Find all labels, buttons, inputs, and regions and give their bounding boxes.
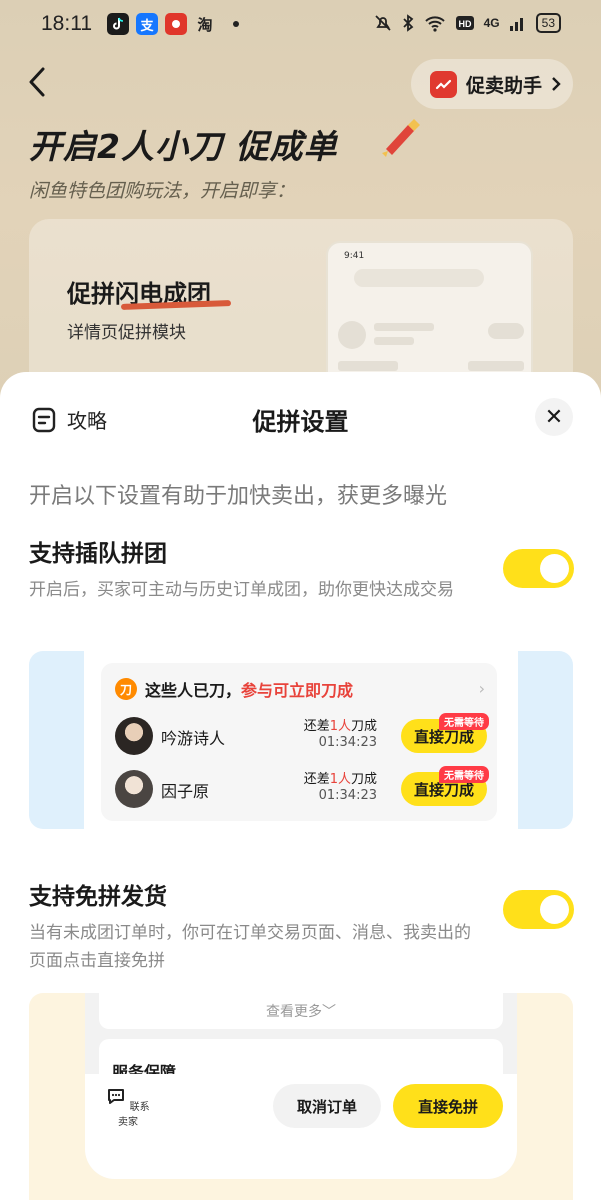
mockup-placeholder [488, 323, 524, 339]
bargain-header-highlight: 参与可立即刀成 [241, 681, 354, 700]
knife-badge-icon: 刀 [115, 678, 137, 700]
contact-seller-button[interactable]: 联系卖家 [103, 1086, 153, 1128]
sales-assistant-button[interactable]: 促卖助手 [411, 59, 573, 109]
option-queue-join-desc: 开启后，买家可主动与历史订单成团，助你更快达成交易 [29, 580, 454, 600]
toggle-knob [540, 895, 569, 924]
close-button[interactable]: ✕ [535, 398, 573, 436]
option-skip-group-desc: 当有未成团订单时，你可在订单交易页面、消息、我卖出的页面点击直接免拼 [29, 923, 471, 971]
sales-assistant-label: 促卖助手 [466, 74, 543, 97]
notification-dot-icon [233, 21, 239, 27]
svg-text:HD: HD [458, 19, 471, 29]
option-queue-join-toggle[interactable] [503, 549, 574, 588]
option-skip-group-title: 支持免拼发货 [29, 884, 167, 910]
network-label: 4G [483, 16, 500, 30]
chat-bubble-icon [108, 1089, 125, 1104]
countdown-timer: 01:34:23 [318, 788, 377, 803]
user-name: 因子原 [161, 782, 210, 801]
direct-bargain-button[interactable]: 直接刀成 无需等待 [401, 713, 489, 753]
status-bar: 18:11 支 淘 HD 4G 53 [0, 10, 601, 40]
red-app-icon [165, 13, 187, 35]
hd-icon: HD [455, 16, 474, 30]
alipay-icon: 支 [136, 13, 158, 35]
hero-title: 开启2人小刀 促成单 [29, 127, 338, 166]
mockup-placeholder [374, 323, 434, 331]
chevron-right-icon: › [478, 679, 485, 698]
direct-bargain-button[interactable]: 直接刀成 无需等待 [401, 766, 489, 806]
need-count: 还差1人刀成 [303, 719, 377, 734]
bargain-card-header: 刀 这些人已刀，参与可立即刀成 [115, 677, 353, 701]
mockup-time: 9:41 [344, 251, 365, 261]
queue-join-preview: 刀 这些人已刀，参与可立即刀成 › 吟游诗人 还差1人刀成 01:34:23 直… [29, 651, 573, 829]
preview-screen: 刀 这些人已刀，参与可立即刀成 › 吟游诗人 还差1人刀成 01:34:23 直… [84, 651, 518, 829]
status-indicators: HD 4G 53 [374, 13, 561, 33]
direct-skip-group-button[interactable]: 直接免拼 [393, 1084, 503, 1128]
order-action-bar: 联系卖家 取消订单 直接免拼 [85, 1074, 517, 1179]
back-arrow-icon[interactable] [26, 66, 48, 98]
mockup-search-bar [354, 269, 484, 287]
countdown-timer: 01:34:23 [318, 735, 377, 750]
mockup-placeholder [374, 337, 414, 345]
bargain-row: 因子原 还差1人刀成 01:34:23 直接刀成 无需等待 [115, 766, 489, 812]
bargain-header-text: 这些人已刀， [145, 681, 242, 700]
preview-screen: 查看更多﹀ 服务保障 联系卖家 取消订单 直接免拼 [85, 993, 517, 1179]
toggle-knob [540, 554, 569, 583]
battery-icon: 53 [535, 13, 561, 33]
signal-icon [509, 18, 523, 31]
see-more-card: 查看更多﹀ [99, 993, 503, 1029]
sheet-intro: 开启以下设置有助于加快卖出，获更多曝光 [29, 484, 448, 509]
status-time: 18:11 [41, 12, 92, 35]
feature-subtitle: 详情页促拼模块 [67, 323, 186, 343]
mockup-placeholder [338, 361, 398, 371]
need-count: 还差1人刀成 [303, 772, 377, 787]
cancel-order-button[interactable]: 取消订单 [273, 1084, 381, 1128]
hero-subtitle: 闲鱼特色团购玩法，开启即享： [29, 180, 296, 202]
avatar [115, 770, 153, 808]
douyin-icon [107, 13, 129, 35]
taobao-icon: 淘 [197, 15, 213, 34]
group-settings-sheet: 攻略 促拼设置 ✕ 开启以下设置有助于加快卖出，获更多曝光 支持插队拼团 开启后… [0, 372, 601, 1200]
avatar [115, 717, 153, 755]
see-more-link[interactable]: 查看更多﹀ [99, 1001, 503, 1021]
no-wait-tag: 无需等待 [439, 713, 489, 730]
status-app-icons: 支 淘 [107, 13, 239, 35]
option-skip-group-toggle[interactable] [503, 890, 574, 929]
knife-icon [382, 119, 420, 157]
bluetooth-icon [402, 14, 413, 32]
skip-group-preview: 查看更多﹀ 服务保障 联系卖家 取消订单 直接免拼 [29, 993, 573, 1200]
chevron-right-icon [552, 77, 561, 91]
bargain-row: 吟游诗人 还差1人刀成 01:34:23 直接刀成 无需等待 [115, 713, 489, 759]
close-icon: ✕ [544, 404, 564, 430]
background-page: 18:11 支 淘 HD 4G 53 促卖助手 开启2人小刀 促成单 闲鱼特色团… [0, 0, 601, 439]
user-name: 吟游诗人 [161, 729, 226, 748]
bargain-card: 刀 这些人已刀，参与可立即刀成 › 吟游诗人 还差1人刀成 01:34:23 直… [101, 663, 497, 821]
trend-chart-icon [430, 70, 457, 98]
wifi-icon [424, 16, 445, 32]
option-queue-join-title: 支持插队拼团 [29, 541, 167, 567]
mockup-placeholder [338, 321, 366, 349]
mute-icon [374, 15, 391, 31]
mockup-placeholder [468, 361, 524, 371]
sheet-title: 促拼设置 [252, 408, 349, 436]
no-wait-tag: 无需等待 [439, 766, 489, 783]
